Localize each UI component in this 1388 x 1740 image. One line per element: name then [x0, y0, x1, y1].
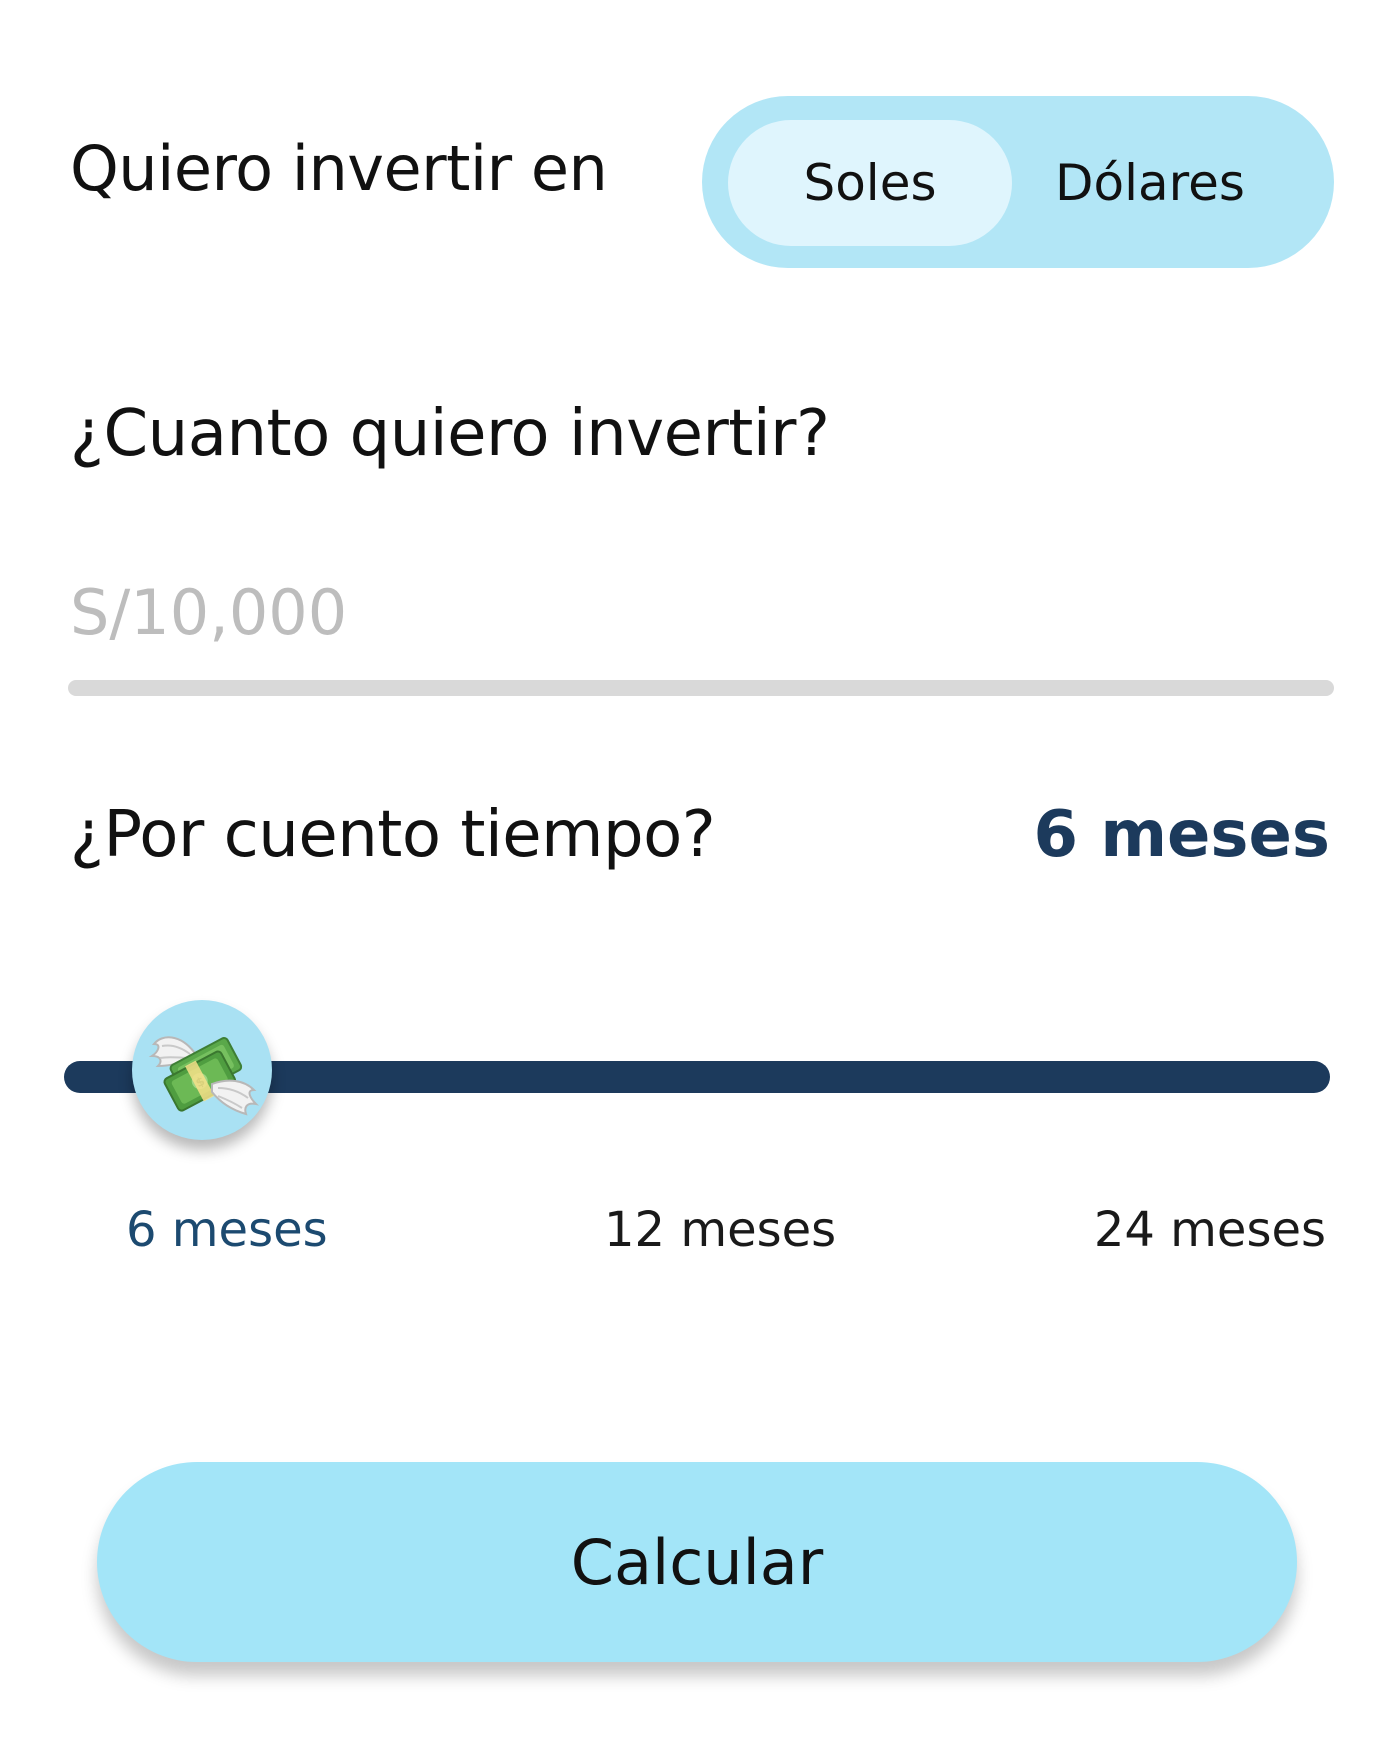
tick-12-meses[interactable]: 12 meses: [604, 1206, 836, 1254]
currency-option-soles[interactable]: Soles: [728, 120, 1012, 246]
term-selected-value: 6 meses: [1033, 798, 1331, 872]
amount-question: ¿Cuanto quiero invertir?: [70, 397, 830, 471]
currency-label: Quiero invertir en: [70, 132, 608, 205]
currency-toggle: Soles Dólares: [702, 96, 1334, 268]
calculate-button[interactable]: Calcular: [97, 1462, 1297, 1662]
term-question: ¿Por cuento tiempo?: [70, 798, 716, 872]
term-slider[interactable]: $ $: [64, 1000, 1334, 1150]
tick-24-meses[interactable]: 24 meses: [1094, 1206, 1326, 1254]
amount-input[interactable]: [70, 572, 1334, 652]
slider-thumb[interactable]: $ $: [132, 1000, 272, 1140]
money-with-wings-icon: $ $: [148, 1036, 260, 1116]
currency-option-dolares[interactable]: Dólares: [1008, 120, 1292, 246]
tick-6-meses[interactable]: 6 meses: [126, 1206, 328, 1254]
amount-underline: [68, 680, 1334, 696]
